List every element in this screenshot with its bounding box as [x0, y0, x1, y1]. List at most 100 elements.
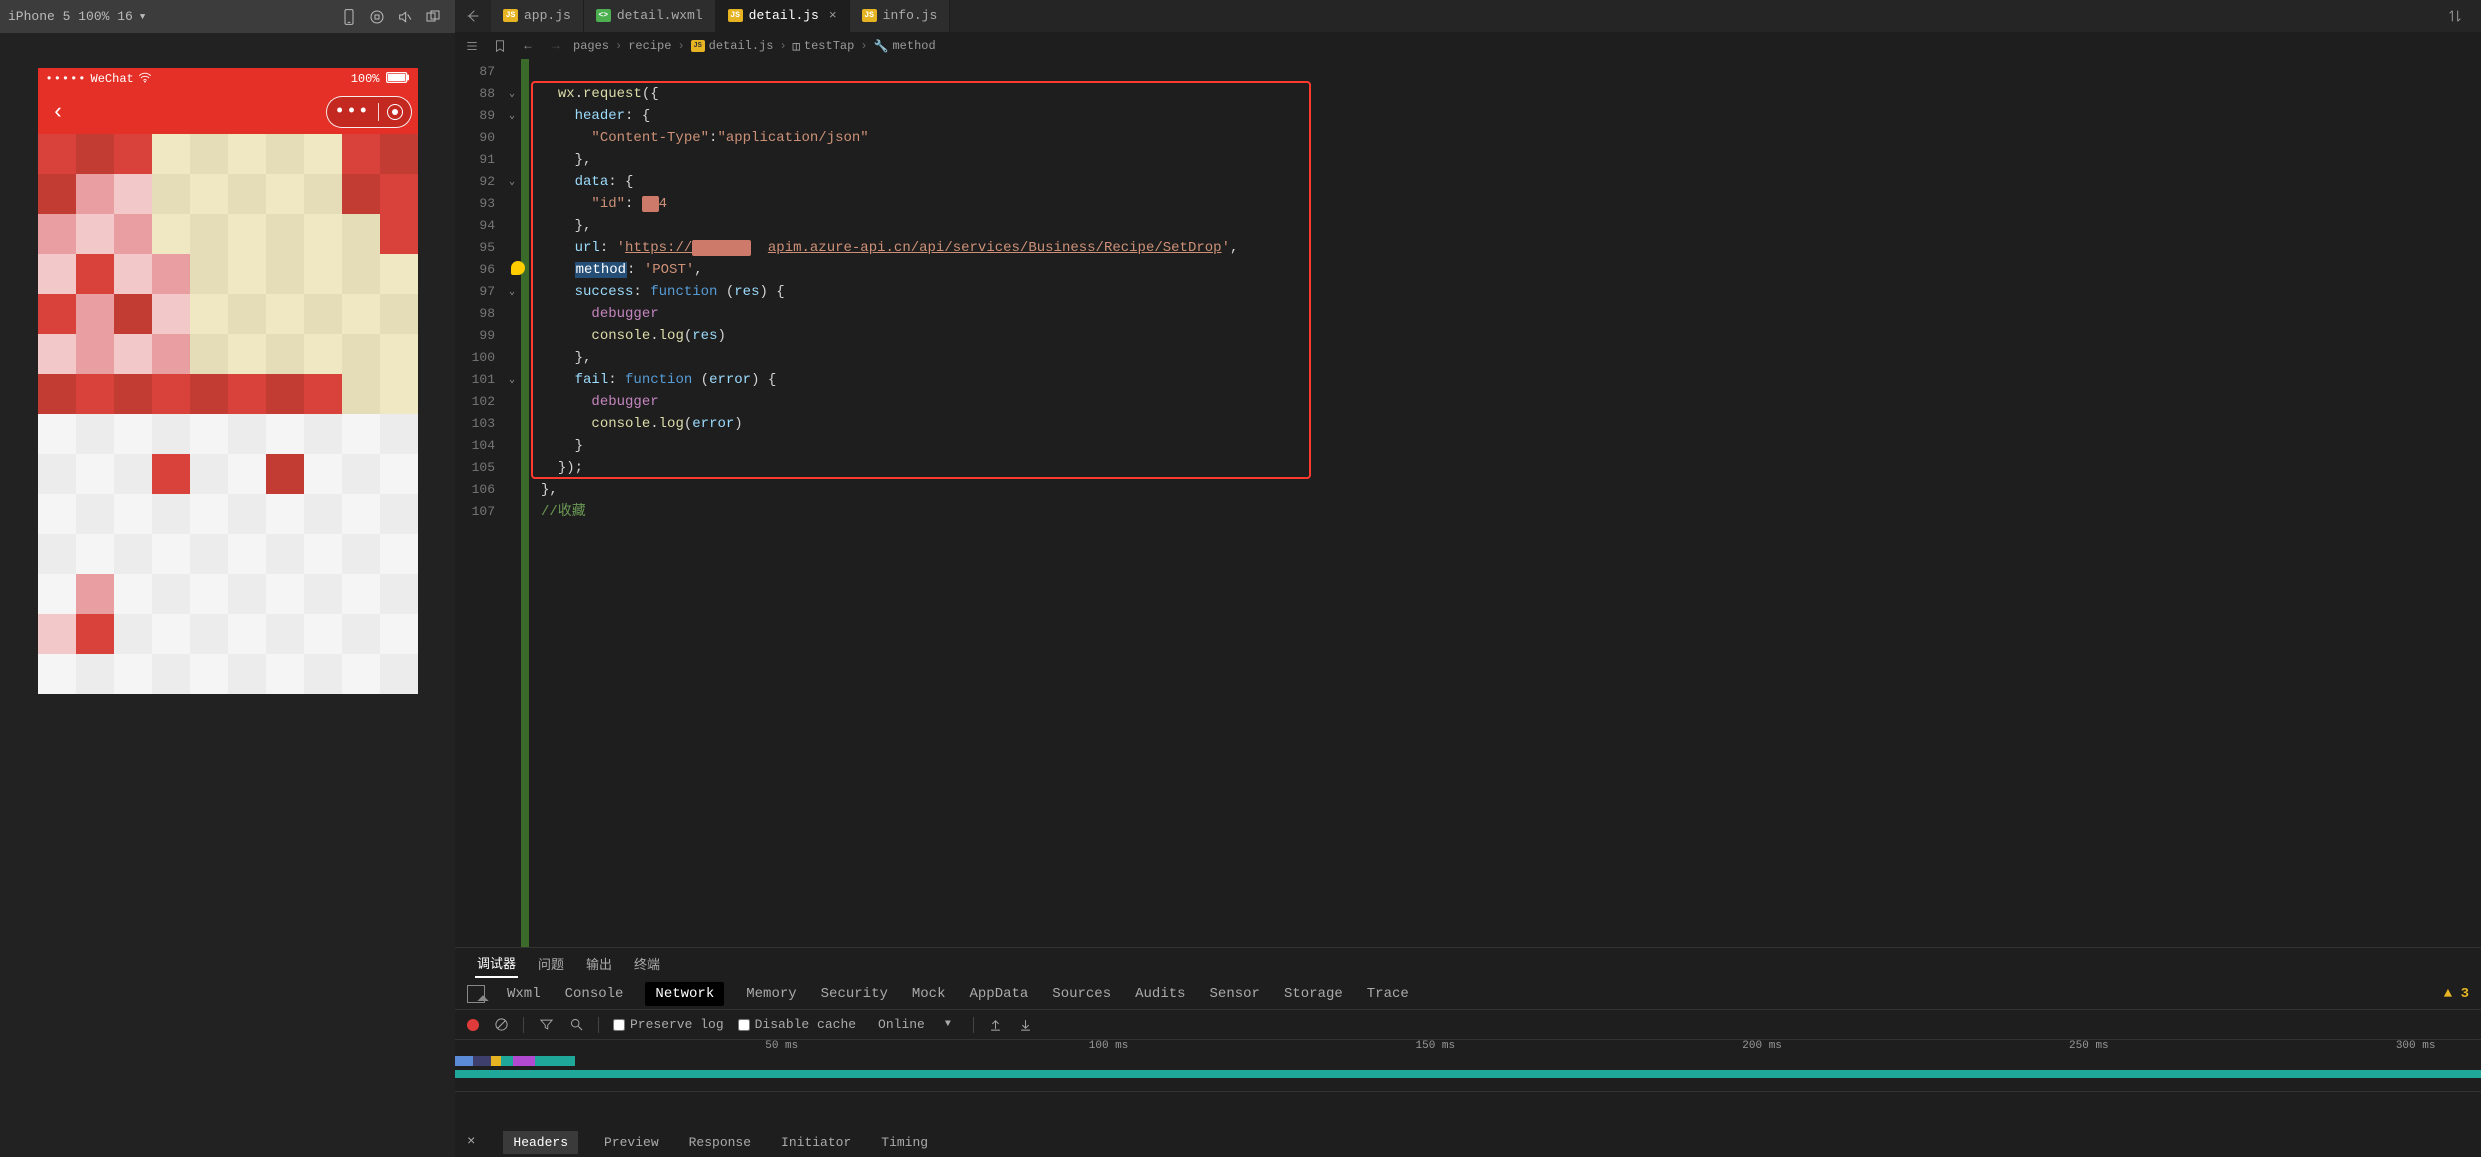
devtools-tab[interactable]: Network [645, 982, 724, 1006]
close-tab-icon[interactable]: × [829, 8, 837, 23]
nav-forward-icon[interactable]: → [545, 35, 567, 57]
request-tab[interactable]: Timing [877, 1131, 932, 1154]
capsule-button[interactable]: ••• [326, 96, 412, 128]
editor-tab[interactable]: JSinfo.js [850, 0, 951, 32]
editor-tab[interactable]: <>detail.wxml [584, 0, 716, 32]
warning-count-badge[interactable]: ▲ 3 [2444, 986, 2469, 1002]
crumb-file[interactable]: JSdetail.js [691, 39, 774, 53]
panel-tab[interactable]: 问题 [536, 950, 566, 977]
fold-icon[interactable]: ⌄ [503, 171, 521, 193]
code-editor[interactable]: 8788899091929394959697989910010110210310… [455, 59, 2481, 947]
code-line[interactable]: //收藏 [541, 501, 2481, 523]
fold-column: ⌄⌄⌄⌄⌄ [503, 59, 521, 947]
record-icon[interactable] [467, 1019, 479, 1031]
code-line[interactable]: }, [541, 149, 2481, 171]
code-line[interactable]: }, [541, 215, 2481, 237]
timeline-tick: 250 ms [2069, 1040, 2109, 1052]
timeline-tick: 50 ms [765, 1040, 798, 1052]
code-line[interactable]: success: function (res) { [541, 281, 2481, 303]
crumb-method[interactable]: 🔧method [874, 39, 936, 54]
devtools-tabs: Wxml Console Network Memory Security Mock AppD… [455, 978, 2481, 1010]
lightbulb-icon[interactable] [511, 261, 525, 275]
list-icon[interactable] [461, 35, 483, 57]
element-picker-icon[interactable] [467, 985, 485, 1003]
device-selector[interactable]: iPhone 5 100% 16 ▼ [8, 9, 145, 24]
code-line[interactable]: }, [541, 347, 2481, 369]
crumb-function[interactable]: ◫testTap [793, 39, 855, 54]
compare-icon[interactable] [2437, 0, 2473, 32]
stop-record-icon[interactable] [363, 3, 391, 31]
devtools-tab[interactable]: Audits [1133, 986, 1187, 1002]
search-icon[interactable] [568, 1017, 584, 1033]
code-content[interactable]: wx.request({ header: { "Content-Type":"a… [533, 59, 2481, 947]
request-tab[interactable]: Initiator [777, 1131, 855, 1154]
code-line[interactable]: method: 'POST', [541, 259, 2481, 281]
code-line[interactable] [541, 61, 2481, 83]
devtools-tab[interactable]: Mock [910, 986, 948, 1002]
devtools-tab[interactable]: Security [819, 986, 890, 1002]
timeline-segment [491, 1056, 501, 1066]
devtools-tab[interactable]: Trace [1365, 986, 1411, 1002]
code-line[interactable]: fail: function (error) { [541, 369, 2481, 391]
code-line[interactable]: }); [541, 457, 2481, 479]
phone-screen[interactable]: ••••• WeChat 100% ‹ [38, 68, 418, 694]
code-line[interactable]: debugger [541, 303, 2481, 325]
devtools-tab[interactable]: Memory [744, 986, 798, 1002]
crumb-recipe[interactable]: recipe [628, 39, 671, 53]
code-line[interactable]: wx.request({ [541, 83, 2481, 105]
devtools-tab[interactable]: Console [563, 986, 626, 1002]
pixelated-content [38, 134, 418, 694]
detach-window-icon[interactable] [419, 3, 447, 31]
code-line[interactable]: data: { [541, 171, 2481, 193]
mute-icon[interactable] [391, 3, 419, 31]
panel-tab[interactable]: 调试器 [475, 949, 518, 978]
code-line[interactable]: "id": 4 [541, 193, 2481, 215]
preserve-log-checkbox[interactable]: Preserve log [613, 1017, 724, 1032]
close-icon[interactable]: × [467, 1134, 475, 1150]
code-line[interactable]: url: 'https://n apim.azure-api.cn/api/se… [541, 237, 2481, 259]
menu-dots-icon: ••• [334, 102, 369, 122]
code-line[interactable]: "Content-Type":"application/json" [541, 127, 2481, 149]
devtools-tab[interactable]: Sensor [1208, 986, 1262, 1002]
crumb-pages[interactable]: pages [573, 39, 609, 53]
js-file-icon: JS [728, 9, 743, 22]
bookmark-icon[interactable] [489, 35, 511, 57]
code-line[interactable]: }, [541, 479, 2481, 501]
code-line[interactable]: console.log(error) [541, 413, 2481, 435]
code-line[interactable]: console.log(res) [541, 325, 2481, 347]
disable-cache-checkbox[interactable]: Disable cache [738, 1017, 856, 1032]
devtools-tab[interactable]: Sources [1050, 986, 1113, 1002]
upload-har-icon[interactable] [988, 1017, 1004, 1033]
devtools-tab[interactable]: AppData [967, 986, 1030, 1002]
change-decorator [521, 59, 529, 947]
fold-icon[interactable]: ⌄ [503, 369, 521, 391]
bottom-panel: 调试器问题输出终端 Wxml Console Network Memory Securi… [455, 947, 2481, 1157]
devtools-tab[interactable]: Wxml [505, 986, 543, 1002]
clear-icon[interactable] [493, 1017, 509, 1033]
dock-toggle-icon[interactable] [455, 0, 491, 32]
panel-tab[interactable]: 输出 [584, 950, 614, 977]
fold-icon[interactable]: ⌄ [503, 83, 521, 105]
fold-icon[interactable]: ⌄ [503, 105, 521, 127]
back-icon[interactable]: ‹ [44, 100, 73, 125]
editor-tab[interactable]: JSdetail.js× [716, 0, 850, 32]
timeline-tick: 100 ms [1089, 1040, 1129, 1052]
device-frame-icon[interactable] [335, 3, 363, 31]
network-timeline[interactable]: 50 ms100 ms150 ms200 ms250 ms300 ms [455, 1040, 2481, 1092]
code-line[interactable]: header: { [541, 105, 2481, 127]
panel-tab[interactable]: 终端 [632, 950, 662, 977]
tab-label: detail.wxml [617, 8, 703, 23]
devtools-tab[interactable]: Storage [1282, 986, 1345, 1002]
request-tab[interactable]: Headers [503, 1131, 578, 1154]
editor-tab[interactable]: JSapp.js [491, 0, 584, 32]
simulator-panel: iPhone 5 100% 16 ▼ ••••• [0, 0, 455, 1157]
request-tab[interactable]: Preview [600, 1131, 663, 1154]
filter-icon[interactable] [538, 1017, 554, 1033]
code-line[interactable]: } [541, 435, 2481, 457]
code-line[interactable]: debugger [541, 391, 2481, 413]
download-har-icon[interactable] [1018, 1017, 1034, 1033]
fold-icon[interactable]: ⌄ [503, 281, 521, 303]
request-tab[interactable]: Response [685, 1131, 755, 1154]
nav-back-icon[interactable]: ← [517, 35, 539, 57]
throttling-select[interactable]: Online▼ [870, 1015, 959, 1034]
